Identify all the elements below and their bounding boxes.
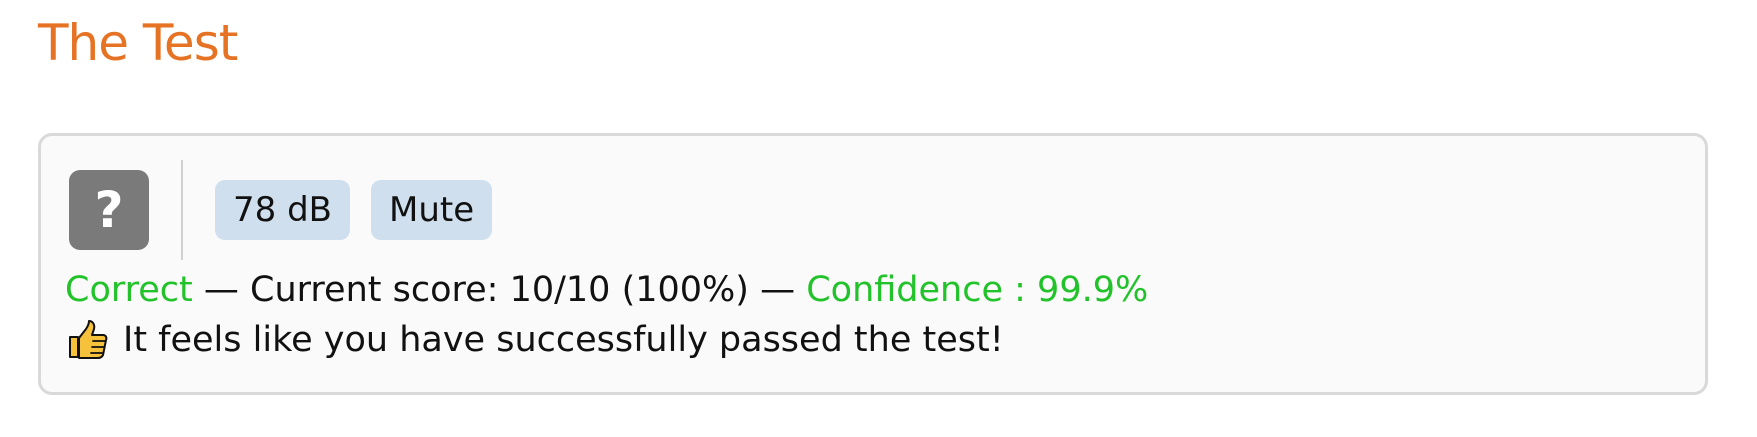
- page-title: The Test: [38, 14, 238, 72]
- current-score: Current score: 10/10 (100%): [250, 270, 749, 310]
- status-text: Correct: [65, 270, 193, 310]
- help-button[interactable]: ?: [69, 170, 149, 250]
- thumbs-up-icon: [65, 318, 109, 362]
- separator: —: [203, 270, 239, 310]
- confidence-text: Confidence : 99.9%: [806, 270, 1149, 310]
- score-line: Correct — Current score: 10/10 (100%) — …: [65, 270, 1148, 310]
- message-text: It feels like you have successfully pass…: [123, 320, 1004, 360]
- mute-button[interactable]: Mute: [370, 180, 493, 240]
- volume-button[interactable]: 78 dB: [215, 180, 350, 240]
- toolbar-divider: [181, 160, 183, 260]
- test-panel: ? 78 dB Mute Correct — Current score: 10…: [38, 133, 1708, 395]
- separator: —: [760, 270, 796, 310]
- player-toolbar: ? 78 dB Mute: [69, 158, 513, 262]
- result-message: It feels like you have successfully pass…: [65, 318, 1004, 362]
